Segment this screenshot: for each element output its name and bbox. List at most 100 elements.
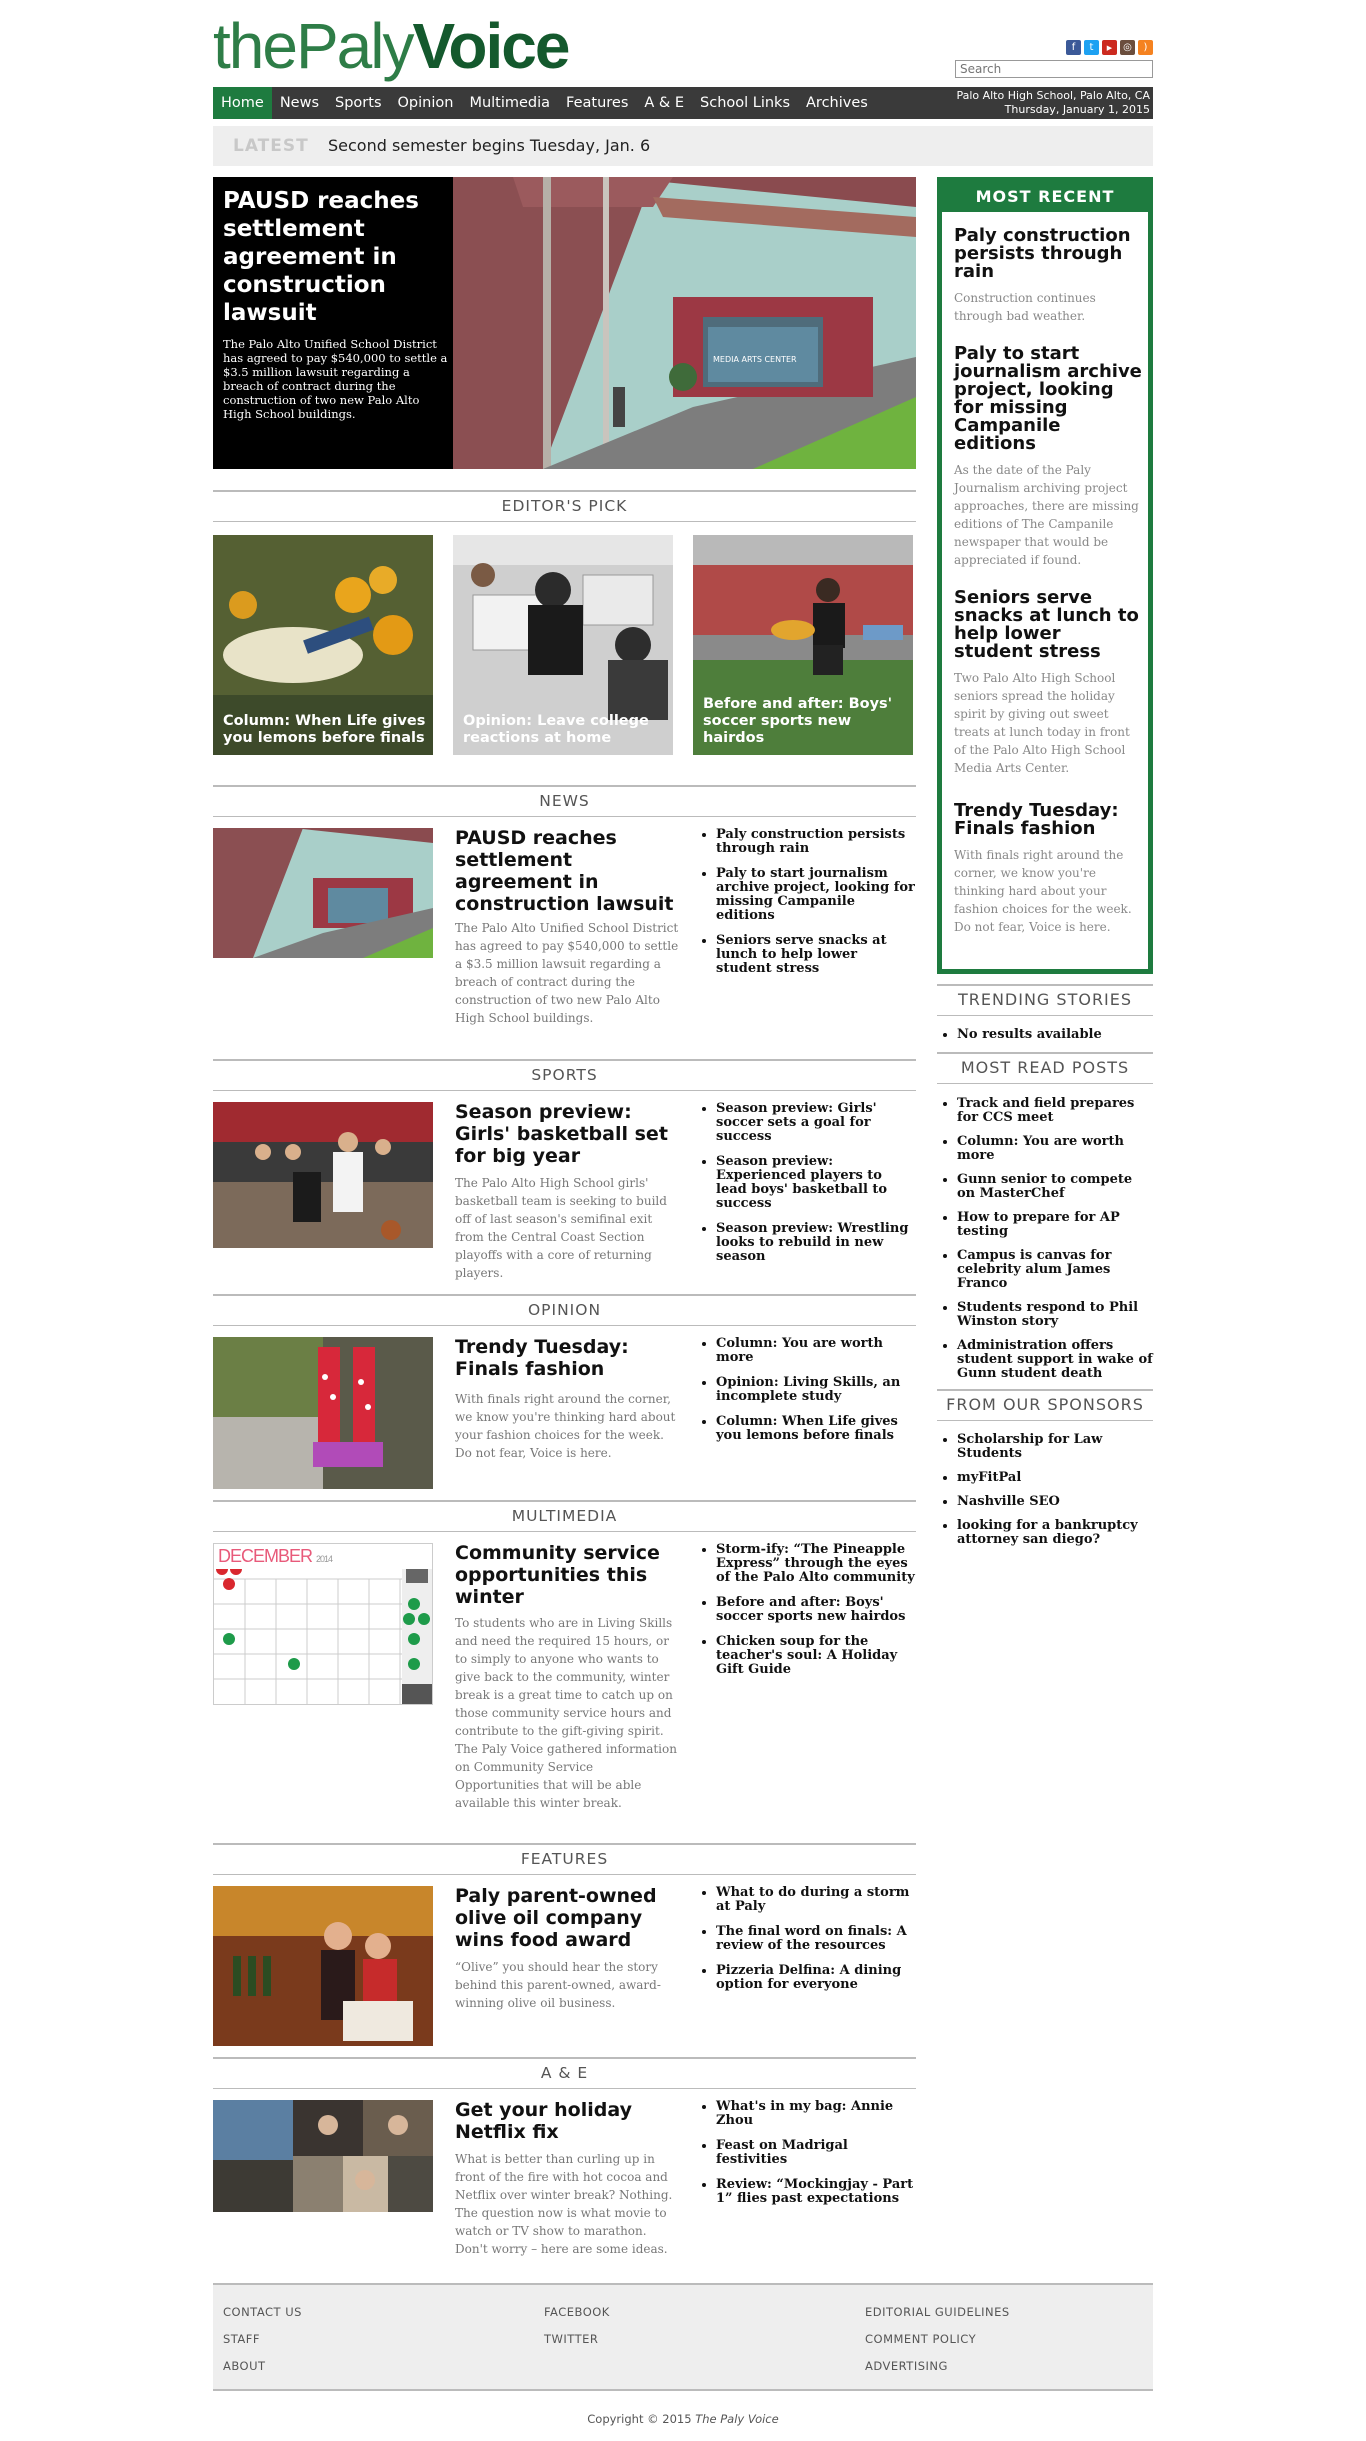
svg-text:MEDIA ARTS CENTER: MEDIA ARTS CENTER xyxy=(713,355,797,364)
nav-home[interactable]: Home xyxy=(213,87,272,119)
features-title[interactable]: Paly parent-owned olive oil company wins… xyxy=(455,1885,680,1951)
nav-school-links[interactable]: School Links xyxy=(692,87,798,119)
a-and-e-link[interactable]: What's in my bag: Annie Zhou xyxy=(716,2100,916,2128)
a-and-e-link[interactable]: Feast on Madrigal festivities xyxy=(716,2139,916,2167)
nav-multimedia[interactable]: Multimedia xyxy=(461,87,558,119)
multimedia-description: To students who are in Living Skills and… xyxy=(455,1616,677,1810)
features-link[interactable]: The final word on finals: A review of th… xyxy=(716,1925,916,1953)
sports-description: The Palo Alto High School girls' basketb… xyxy=(455,1176,667,1280)
sports-links: Season preview: Girls' soccer sets a goa… xyxy=(696,1102,916,1275)
news-links: Paly construction persists through rain … xyxy=(696,828,916,987)
footer-link-twitter[interactable]: TWITTER xyxy=(544,2332,844,2359)
features-image[interactable] xyxy=(213,1886,433,2046)
footer-link-contact[interactable]: CONTACT US xyxy=(223,2305,523,2332)
a-and-e-image[interactable] xyxy=(213,2100,433,2212)
editors-pick-card[interactable]: Column: When Life gives you lemons befor… xyxy=(213,535,433,755)
a-and-e-link[interactable]: Review: “Mockingjay - Part 1” flies past… xyxy=(716,2178,916,2206)
featured-story[interactable]: PAUSD reaches settlement agreement in co… xyxy=(213,177,916,469)
instagram-icon[interactable]: ◎ xyxy=(1120,40,1135,55)
latest-ticker: LATEST Second semester begins Tuesday, J… xyxy=(213,126,1153,166)
nav-archives[interactable]: Archives xyxy=(798,87,876,119)
sports-image[interactable] xyxy=(213,1102,433,1248)
twitter-icon[interactable]: t xyxy=(1084,40,1099,55)
nav-sports[interactable]: Sports xyxy=(327,87,389,119)
most-read-item[interactable]: Administration offers student support in… xyxy=(957,1339,1153,1381)
sports-title[interactable]: Season preview: Girls' basketball set fo… xyxy=(455,1101,680,1167)
news-link[interactable]: Paly to start journalism archive project… xyxy=(716,867,916,923)
sponsor-link[interactable]: myFitPal xyxy=(957,1471,1153,1485)
features-links: What to do during a storm at Paly The fi… xyxy=(696,1886,916,2003)
editors-pick-caption[interactable]: Opinion: Leave college reactions at home xyxy=(463,713,668,747)
most-read-item[interactable]: Column: You are worth more xyxy=(957,1135,1153,1163)
footer-link-advertising[interactable]: ADVERTISING xyxy=(865,2359,1165,2386)
social-icons: f t ▶ ◎ ) xyxy=(1066,40,1153,55)
recent-title[interactable]: Paly to start journalism archive project… xyxy=(954,345,1144,453)
footer-column: EDITORIAL GUIDELINES COMMENT POLICY ADVE… xyxy=(865,2305,1165,2386)
most-read-heading: MOST READ POSTS xyxy=(937,1052,1153,1084)
sports-link[interactable]: Season preview: Girls' soccer sets a goa… xyxy=(716,1102,916,1144)
a-and-e-title[interactable]: Get your holiday Netflix fix xyxy=(455,2099,680,2143)
most-read-item[interactable]: Students respond to Phil Winston story xyxy=(957,1301,1153,1329)
rss-icon[interactable]: ) xyxy=(1138,40,1153,55)
editors-pick-card[interactable]: Before and after: Boys' soccer sports ne… xyxy=(693,535,913,755)
features-link[interactable]: What to do during a storm at Paly xyxy=(716,1886,916,1914)
recent-title[interactable]: Paly construction persists through rain xyxy=(954,227,1144,281)
news-title[interactable]: PAUSD reaches settlement agreement in co… xyxy=(455,827,680,915)
sports-link[interactable]: Season preview: Experienced players to l… xyxy=(716,1155,916,1211)
sports-heading: SPORTS xyxy=(213,1059,916,1091)
most-read-item[interactable]: Campus is canvas for celebrity alum Jame… xyxy=(957,1249,1153,1291)
multimedia-link[interactable]: Before and after: Boys' soccer sports ne… xyxy=(716,1596,916,1624)
most-read-item[interactable]: Track and field prepares for CCS meet xyxy=(957,1097,1153,1125)
opinion-image[interactable] xyxy=(213,1337,433,1489)
sponsor-link[interactable]: Scholarship for Law Students xyxy=(957,1433,1153,1461)
footer-link-about[interactable]: ABOUT xyxy=(223,2359,523,2386)
features-link[interactable]: Pizzeria Delfina: A dining option for ev… xyxy=(716,1964,916,1992)
news-image[interactable] xyxy=(213,828,433,958)
footer-link-staff[interactable]: STAFF xyxy=(223,2332,523,2359)
news-link[interactable]: Seniors serve snacks at lunch to help lo… xyxy=(716,934,916,976)
news-description: The Palo Alto Unified School District ha… xyxy=(455,921,679,1025)
most-read-item[interactable]: Gunn senior to compete on MasterChef xyxy=(957,1173,1153,1201)
most-read-list: Track and field prepares for CCS meet Co… xyxy=(937,1097,1153,1391)
multimedia-link[interactable]: Chicken soup for the teacher's soul: A H… xyxy=(716,1635,916,1677)
opinion-link[interactable]: Column: You are worth more xyxy=(716,1337,916,1365)
most-recent-box: MOST RECENT Paly construction persists t… xyxy=(937,177,1153,974)
site-logo[interactable]: thePalyVoice xyxy=(213,14,570,78)
editors-pick-caption[interactable]: Column: When Life gives you lemons befor… xyxy=(223,713,428,747)
editors-pick-caption[interactable]: Before and after: Boys' soccer sports ne… xyxy=(703,696,908,747)
recent-description: Construction continues through bad weath… xyxy=(954,291,1096,323)
nav-a-and-e[interactable]: A & E xyxy=(636,87,692,119)
recent-title[interactable]: Seniors serve snacks at lunch to help lo… xyxy=(954,589,1144,661)
nav-opinion[interactable]: Opinion xyxy=(390,87,462,119)
featured-image[interactable]: MEDIA ARTS CENTER xyxy=(453,177,916,469)
featured-title[interactable]: PAUSD reaches settlement agreement in co… xyxy=(223,187,448,327)
youtube-icon[interactable]: ▶ xyxy=(1102,40,1117,55)
opinion-title[interactable]: Trendy Tuesday: Finals fashion xyxy=(455,1336,680,1380)
latest-headline[interactable]: Second semester begins Tuesday, Jan. 6 xyxy=(328,126,650,166)
multimedia-link[interactable]: Storm-ify: “The Pineapple Express” throu… xyxy=(716,1543,916,1585)
trending-list: No results available xyxy=(937,1028,1153,1052)
most-recent-heading: MOST RECENT xyxy=(942,182,1148,212)
facebook-icon[interactable]: f xyxy=(1066,40,1081,55)
recent-description: Two Palo Alto High School seniors spread… xyxy=(954,671,1130,775)
editors-pick-card[interactable]: Opinion: Leave college reactions at home xyxy=(453,535,673,755)
opinion-link[interactable]: Opinion: Living Skills, an incomplete st… xyxy=(716,1376,916,1404)
multimedia-image[interactable]: DECEMBER 2014 xyxy=(213,1543,433,1705)
footer-link-editorial-guidelines[interactable]: EDITORIAL GUIDELINES xyxy=(865,2305,1165,2332)
footer-link-facebook[interactable]: FACEBOOK xyxy=(544,2305,844,2332)
recent-title[interactable]: Trendy Tuesday: Finals fashion xyxy=(954,802,1144,838)
nav-features[interactable]: Features xyxy=(558,87,636,119)
news-link[interactable]: Paly construction persists through rain xyxy=(716,828,916,856)
sports-link[interactable]: Season preview: Wrestling looks to rebui… xyxy=(716,1222,916,1264)
a-and-e-links: What's in my bag: Annie Zhou Feast on Ma… xyxy=(696,2100,916,2217)
sponsor-link[interactable]: Nashville SEO xyxy=(957,1495,1153,1509)
nav-news[interactable]: News xyxy=(272,87,327,119)
most-read-item[interactable]: How to prepare for AP testing xyxy=(957,1211,1153,1239)
footer-link-comment-policy[interactable]: COMMENT POLICY xyxy=(865,2332,1165,2359)
features-heading: FEATURES xyxy=(213,1843,916,1875)
sponsor-link[interactable]: looking for a bankruptcy attorney san di… xyxy=(957,1519,1153,1547)
search-input[interactable] xyxy=(955,60,1153,78)
multimedia-links: Storm-ify: “The Pineapple Express” throu… xyxy=(696,1543,916,1688)
opinion-link[interactable]: Column: When Life gives you lemons befor… xyxy=(716,1415,916,1443)
multimedia-title[interactable]: Community service opportunities this win… xyxy=(455,1542,680,1608)
